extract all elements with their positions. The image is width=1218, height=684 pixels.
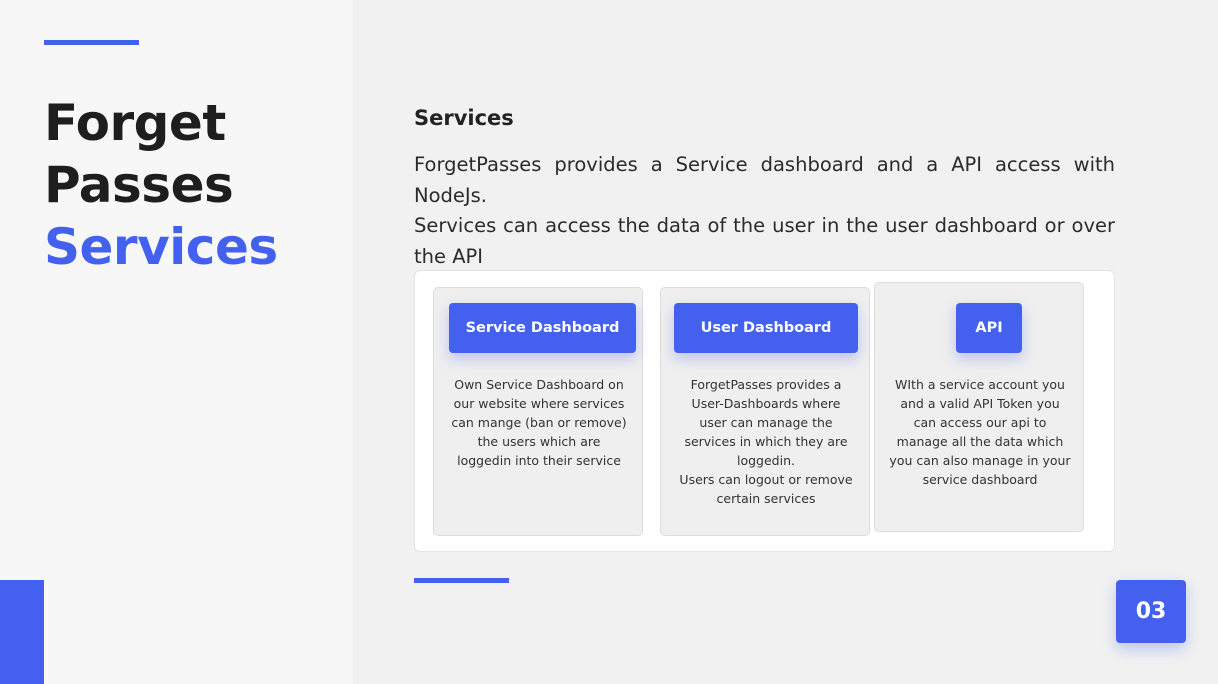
page-number-badge: 03 [1116, 580, 1186, 643]
description-paragraph-2: Services can access the data of the user… [414, 214, 1115, 268]
title-line-3: Services [44, 218, 278, 276]
title-line-2: Passes [44, 156, 234, 214]
slide-title: Forget Passes Services [44, 92, 278, 278]
service-dashboard-card: Service Dashboard Own Service Dashboard … [433, 287, 643, 536]
service-dashboard-button[interactable]: Service Dashboard [449, 303, 636, 353]
user-dashboard-button[interactable]: User Dashboard [674, 303, 858, 353]
top-accent-line [44, 40, 139, 45]
user-dashboard-description: ForgetPasses provides a User-Dashboards … [679, 377, 853, 506]
user-dashboard-card: User Dashboard ForgetPasses provides a U… [660, 287, 870, 536]
description-paragraph-1: ForgetPasses provides a Service dashboar… [414, 153, 1115, 207]
title-line-1: Forget [44, 94, 226, 152]
api-card: API WIth a service account you and a val… [874, 282, 1084, 532]
api-description: WIth a service account you and a valid A… [889, 377, 1071, 487]
bottom-accent-block [0, 580, 44, 684]
section-heading: Services [414, 106, 514, 130]
section-description: ForgetPasses provides a Service dashboar… [414, 150, 1115, 272]
bottom-accent-line [414, 578, 509, 583]
service-dashboard-description: Own Service Dashboard on our website whe… [451, 377, 627, 468]
left-panel: Forget Passes Services [0, 0, 353, 684]
api-button[interactable]: API [956, 303, 1022, 353]
cards-panel: Service Dashboard Own Service Dashboard … [414, 270, 1115, 552]
